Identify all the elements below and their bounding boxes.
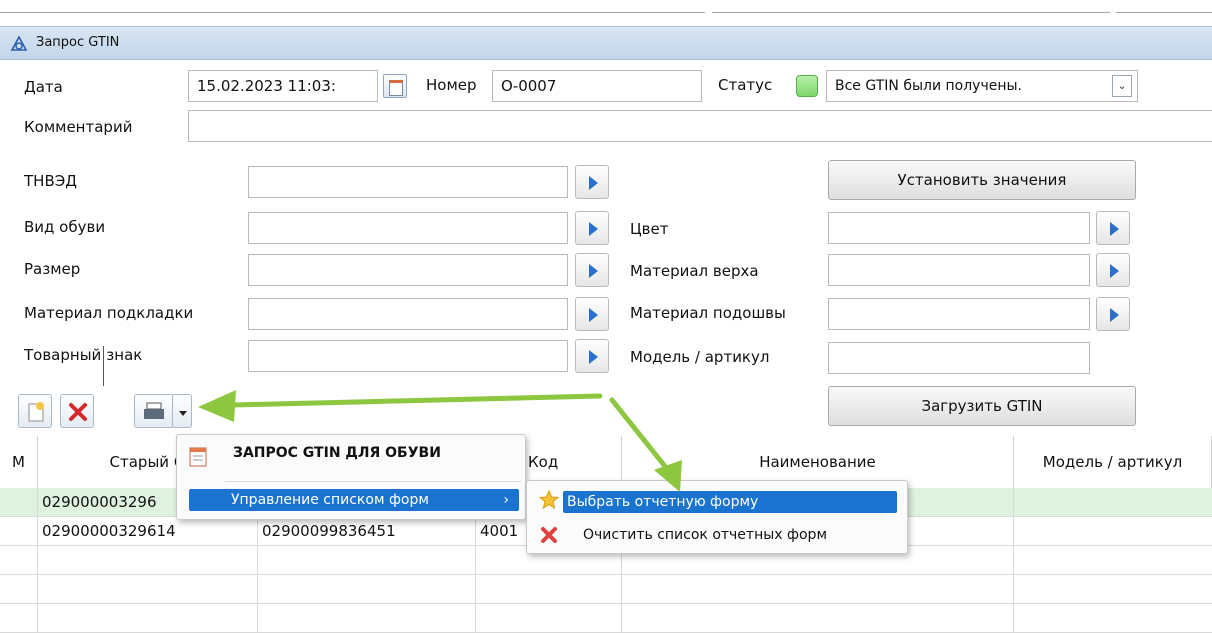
model-article-label: Модель / артикул: [630, 348, 770, 366]
number-field[interactable]: О-0007: [492, 70, 702, 102]
upper-material-label: Материал верха: [630, 262, 759, 280]
table-cell: [476, 604, 622, 633]
new-doc-glyph: [28, 402, 44, 422]
menu-divider: [225, 481, 521, 482]
column-header[interactable]: Модель / артикул: [1014, 436, 1212, 488]
shoe-type-select-button[interactable]: [575, 211, 609, 245]
table-cell: [0, 488, 38, 517]
dropdown-icon[interactable]: ⌄: [1112, 75, 1132, 97]
table-cell: [0, 517, 38, 546]
upper-material-field[interactable]: [828, 254, 1090, 286]
size-select-button[interactable]: [575, 253, 609, 287]
trademark-select-button[interactable]: [575, 339, 609, 373]
arrow-to-print-dropdown: [229, 393, 603, 408]
table-cell: [476, 575, 622, 604]
date-field[interactable]: 15.02.2023 11:03:: [188, 70, 378, 102]
divider: [712, 12, 1110, 13]
upper-material-select-button[interactable]: [1096, 253, 1130, 287]
printer-glyph: [144, 402, 164, 419]
table-cell: [38, 604, 258, 633]
text-cursor: [103, 346, 105, 386]
comment-label: Комментарий: [24, 118, 133, 136]
table-cell: [258, 575, 476, 604]
shoe-type-field[interactable]: [248, 212, 568, 244]
chevron-down-icon: [179, 411, 187, 416]
table-cell: [258, 604, 476, 633]
table-row[interactable]: [0, 575, 1212, 604]
shoe-type-label: Вид обуви: [24, 218, 106, 236]
tnved-label: ТНВЭД: [24, 172, 77, 190]
window-titlebar: Запрос GTIN: [0, 26, 1212, 60]
trademark-label-part: Товарный: [24, 346, 102, 364]
sole-material-select-button[interactable]: [1096, 297, 1130, 331]
lining-material-select-button[interactable]: [575, 297, 609, 331]
window-title: Запрос GTIN: [36, 35, 120, 50]
status-indicator: [796, 75, 818, 97]
lining-material-field[interactable]: [248, 298, 568, 330]
color-label: Цвет: [630, 220, 669, 238]
trademark-label-part: знак: [106, 346, 143, 364]
column-header[interactable]: М: [0, 436, 38, 488]
forms-submenu: Выбрать отчетную форму Очистить список о…: [526, 480, 908, 554]
date-label: Дата: [24, 78, 63, 96]
delete-glyph: [69, 403, 87, 421]
set-values-button[interactable]: Установить значения: [828, 160, 1136, 200]
tnved-select-button[interactable]: [575, 165, 609, 199]
delete-icon[interactable]: [60, 394, 94, 428]
sole-material-field[interactable]: [828, 298, 1090, 330]
app-icon: [10, 35, 28, 51]
clear-icon: [541, 527, 557, 543]
menu-item-label: Управление списком форм: [231, 492, 429, 508]
size-label: Размер: [24, 260, 81, 278]
color-select-button[interactable]: [1096, 211, 1130, 245]
trademark-field[interactable]: [248, 340, 568, 372]
status-select[interactable]: Все GTIN были получены.: [826, 70, 1138, 102]
star-icon: [539, 490, 559, 510]
print-menu: ЗАПРОС GTIN ДЛЯ ОБУВИ Управление списком…: [176, 434, 526, 520]
divider: [1116, 12, 1212, 13]
table-cell: [38, 546, 258, 575]
lining-material-label: Материал подкладки: [24, 304, 194, 322]
top-strip: [0, 0, 1212, 26]
table-cell: [622, 604, 1014, 633]
arrowhead: [198, 390, 236, 422]
status-label: Статус: [718, 76, 773, 94]
divider: [0, 12, 705, 13]
number-label: Номер: [426, 76, 477, 94]
trademark-label: Товарный знак: [24, 346, 142, 386]
color-field[interactable]: [828, 212, 1090, 244]
table-cell: [0, 575, 38, 604]
table-cell: [0, 546, 38, 575]
table-row[interactable]: [0, 604, 1212, 633]
calendar-icon[interactable]: [383, 74, 407, 98]
table-cell: [0, 604, 38, 633]
table-cell: [622, 575, 1014, 604]
menu-item-clear-report-forms[interactable]: Очистить список отчетных форм: [583, 527, 827, 543]
table-cell: [38, 575, 258, 604]
menu-item-shoe-gtin-request[interactable]: ЗАПРОС GTIN ДЛЯ ОБУВИ: [233, 445, 441, 461]
report-form-icon: [189, 447, 207, 467]
printer-icon[interactable]: [134, 394, 174, 428]
print-dropdown-button[interactable]: [172, 394, 192, 428]
sole-material-label: Материал подошвы: [630, 304, 786, 322]
status-value: Все GTIN были получены.: [835, 78, 1022, 94]
chevron-right-icon: ›: [503, 492, 509, 508]
new-doc-icon[interactable]: [18, 394, 52, 428]
size-field[interactable]: [248, 254, 568, 286]
tnved-field[interactable]: [248, 166, 568, 198]
menu-item-select-report-form[interactable]: Выбрать отчетную форму: [563, 491, 897, 513]
table-cell: 02900099836451: [258, 517, 476, 546]
table-cell: 02900000329614: [38, 517, 258, 546]
load-gtin-button[interactable]: Загрузить GTIN: [828, 386, 1136, 426]
menu-item-manage-forms[interactable]: Управление списком форм ›: [189, 489, 519, 511]
model-article-field[interactable]: [828, 342, 1090, 374]
comment-field[interactable]: [188, 110, 1212, 142]
table-cell: [258, 546, 476, 575]
